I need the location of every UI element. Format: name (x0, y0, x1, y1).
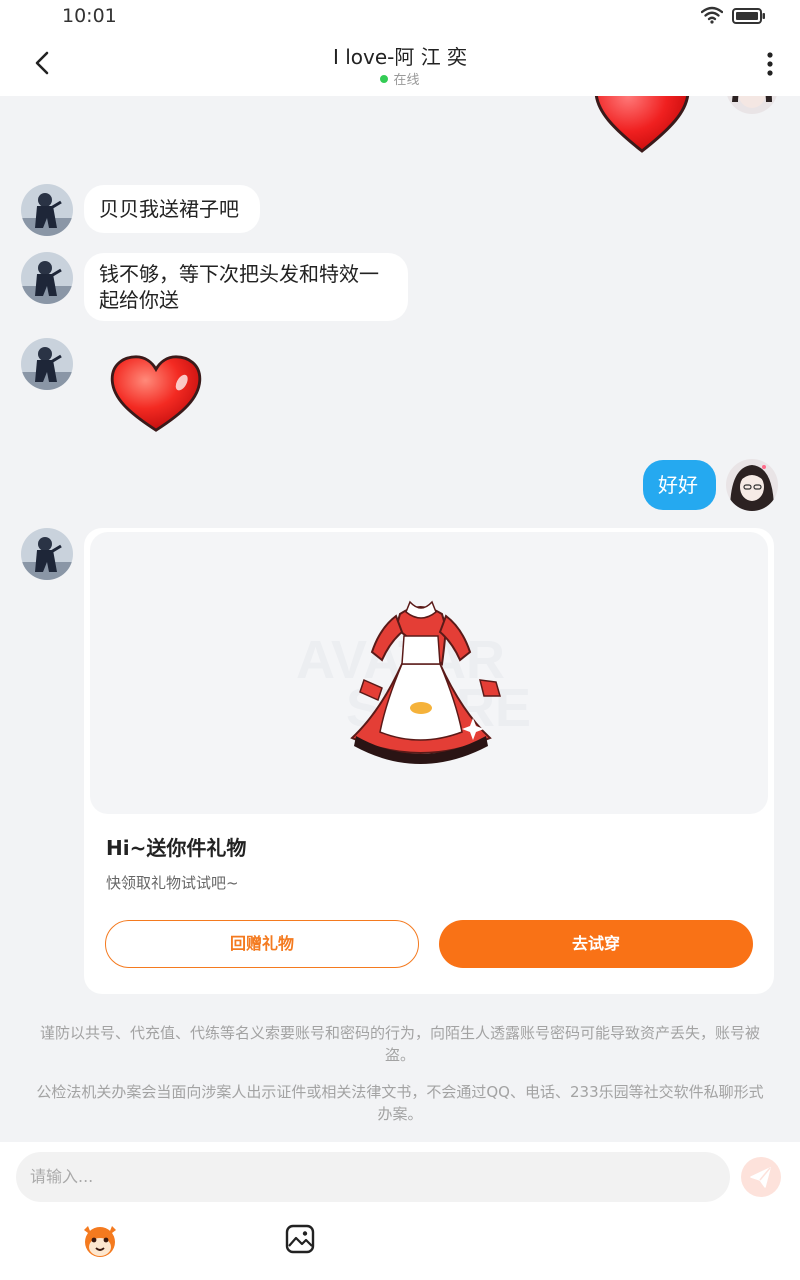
try-on-button[interactable]: 去试穿 (439, 920, 753, 968)
my-avatar[interactable] (726, 96, 778, 114)
send-icon (750, 1167, 771, 1188)
wifi-icon (701, 6, 723, 24)
gift-title: Hi~送你件礼物 (106, 836, 247, 860)
message-line: 起给你送 (99, 288, 179, 312)
emoji-sticker-icon[interactable] (80, 1222, 120, 1258)
dress-image: AVATAR STORE (296, 600, 531, 764)
message-bubble-right[interactable]: 好好 (643, 460, 716, 510)
composer-bar: 请输入... (0, 1142, 800, 1280)
security-notice: 谨防以共号、代充值、代练等名义索要账号和密码的行为，向陌生人透露账号密码可能导致… (39, 1024, 760, 1064)
gift-image[interactable]: AVATAR STORE (90, 532, 768, 814)
online-status: 在线 (0, 69, 800, 88)
friend-avatar[interactable] (21, 528, 73, 580)
my-avatar[interactable] (726, 459, 778, 511)
more-options-icon[interactable] (760, 50, 780, 78)
status-time: 10:01 (62, 5, 117, 27)
message-bubble-left[interactable]: 钱不够，等下次把头发和特效一 起给你送 (84, 253, 408, 321)
gift-card[interactable]: AVATAR STORE Hi~送你件礼物 快领取礼物试试吧~ 回赠礼物 去试穿 (84, 528, 774, 994)
online-label: 在线 (393, 73, 420, 88)
friend-avatar[interactable] (21, 252, 73, 304)
friend-avatar[interactable] (21, 184, 73, 236)
send-button[interactable] (741, 1157, 781, 1197)
chat-header: I love-阿 江 奕 在线 (0, 32, 800, 96)
image-icon[interactable] (285, 1224, 315, 1254)
contact-name[interactable]: I love-阿 江 奕 (0, 41, 800, 70)
message-bubble-left[interactable]: 贝贝我送裙子吧 (84, 185, 260, 233)
chat-area[interactable]: 贝贝我送裙子吧 钱不够，等下次把头发和特效一 起给你送 好好 AVATAR Hi… (0, 96, 800, 1142)
online-dot (380, 75, 389, 83)
heart-sticker (594, 96, 690, 153)
status-bar: 10:01 (0, 0, 800, 32)
message-input[interactable]: 请输入... (16, 1152, 730, 1202)
gift-subtitle: 快领取礼物试试吧~ (106, 874, 239, 892)
police-notice: 公检法机关办案会当面向涉案人出示证件或相关法律文书，不会通过QQ、电话、233乐… (36, 1083, 764, 1123)
friend-avatar[interactable] (21, 338, 73, 390)
heart-sticker[interactable] (108, 354, 204, 434)
return-gift-button[interactable]: 回赠礼物 (105, 920, 419, 968)
battery-icon (732, 8, 765, 24)
message-line: 钱不够，等下次把头发和特效一 (99, 262, 379, 286)
